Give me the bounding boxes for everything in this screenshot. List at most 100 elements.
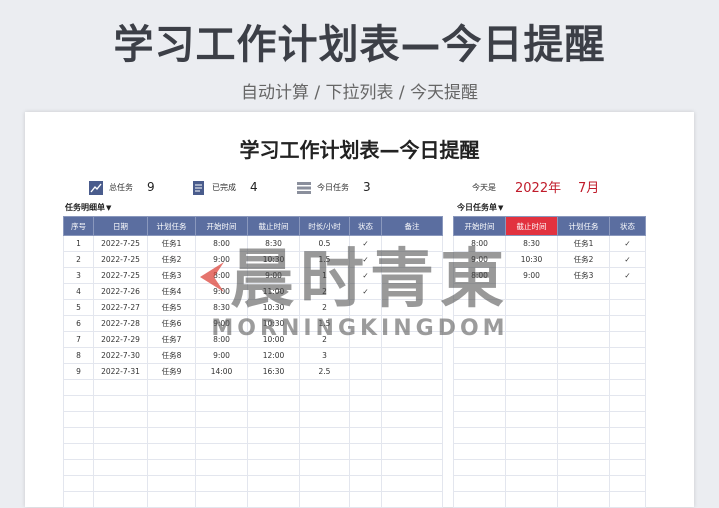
table-cell[interactable]: [453, 411, 506, 428]
table-cell[interactable]: [381, 459, 443, 476]
table-cell[interactable]: [505, 283, 558, 300]
table-cell[interactable]: [299, 475, 350, 492]
table-cell[interactable]: 8:30: [195, 299, 248, 316]
table-cell[interactable]: [505, 363, 558, 380]
table-cell[interactable]: 1.5: [299, 315, 350, 332]
table-cell[interactable]: 8:30: [247, 235, 300, 252]
table-cell[interactable]: [195, 427, 248, 444]
table-cell[interactable]: [505, 427, 558, 444]
table-cell[interactable]: [557, 459, 610, 476]
table-cell[interactable]: [381, 443, 443, 460]
table-cell[interactable]: [195, 475, 248, 492]
table-cell[interactable]: 10:30: [505, 251, 558, 268]
table-cell[interactable]: 8: [63, 347, 94, 364]
table-cell[interactable]: 2022-7-27: [93, 299, 148, 316]
table-cell[interactable]: 10:00: [247, 331, 300, 348]
table-cell[interactable]: [557, 283, 610, 300]
table-cell[interactable]: 4: [63, 283, 94, 300]
table-cell[interactable]: [381, 267, 443, 284]
table-cell[interactable]: [299, 395, 350, 412]
table-cell[interactable]: [381, 235, 443, 252]
table-cell[interactable]: ✓: [609, 251, 646, 268]
table-cell[interactable]: 2.5: [299, 363, 350, 380]
table-cell[interactable]: [63, 427, 94, 444]
table-cell[interactable]: 2: [299, 331, 350, 348]
table-cell[interactable]: [349, 443, 382, 460]
table-cell[interactable]: [557, 363, 610, 380]
table-cell[interactable]: [93, 411, 148, 428]
table-cell[interactable]: [195, 491, 248, 508]
table-cell[interactable]: [195, 459, 248, 476]
table-cell[interactable]: 2022-7-30: [93, 347, 148, 364]
table-cell[interactable]: [195, 411, 248, 428]
table-cell[interactable]: [93, 427, 148, 444]
table-cell[interactable]: [349, 347, 382, 364]
table-cell[interactable]: ✓: [349, 267, 382, 284]
table-cell[interactable]: [247, 379, 300, 396]
table-cell[interactable]: [349, 411, 382, 428]
table-cell[interactable]: [63, 475, 94, 492]
table-cell[interactable]: 10:30: [247, 299, 300, 316]
table-cell[interactable]: [147, 459, 196, 476]
table-cell[interactable]: [557, 411, 610, 428]
table-cell[interactable]: [557, 331, 610, 348]
table-cell[interactable]: [609, 491, 646, 508]
table-cell[interactable]: [453, 315, 506, 332]
table-cell[interactable]: [247, 491, 300, 508]
table-cell[interactable]: 3: [63, 267, 94, 284]
today-list-dropdown[interactable]: 今日任务单▼: [457, 202, 503, 213]
table-cell[interactable]: [557, 443, 610, 460]
table-cell[interactable]: [247, 459, 300, 476]
table-cell[interactable]: 9:00: [195, 315, 248, 332]
table-cell[interactable]: [453, 491, 506, 508]
table-cell[interactable]: ✓: [609, 235, 646, 252]
table-cell[interactable]: 12:00: [247, 347, 300, 364]
table-cell[interactable]: [505, 411, 558, 428]
table-cell[interactable]: [381, 379, 443, 396]
table-cell[interactable]: [299, 427, 350, 444]
table-cell[interactable]: ✓: [349, 251, 382, 268]
table-cell[interactable]: [147, 379, 196, 396]
table-cell[interactable]: [609, 459, 646, 476]
table-cell[interactable]: [93, 395, 148, 412]
table-cell[interactable]: [609, 379, 646, 396]
table-cell[interactable]: 任务3: [557, 267, 610, 284]
table-cell[interactable]: 9:00: [505, 267, 558, 284]
table-cell[interactable]: [557, 395, 610, 412]
table-cell[interactable]: [349, 475, 382, 492]
table-cell[interactable]: 任务7: [147, 331, 196, 348]
table-cell[interactable]: 9:00: [195, 283, 248, 300]
table-cell[interactable]: 8:00: [195, 331, 248, 348]
table-cell[interactable]: [381, 315, 443, 332]
table-cell[interactable]: 8:00: [195, 267, 248, 284]
task-list-dropdown[interactable]: 任务明细单▼: [65, 202, 111, 213]
table-cell[interactable]: 8:30: [505, 235, 558, 252]
table-cell[interactable]: [505, 443, 558, 460]
table-cell[interactable]: 11:00: [247, 283, 300, 300]
table-cell[interactable]: 2022-7-25: [93, 251, 148, 268]
table-cell[interactable]: [609, 347, 646, 364]
table-cell[interactable]: 3: [299, 347, 350, 364]
table-cell[interactable]: [557, 475, 610, 492]
table-cell[interactable]: [505, 491, 558, 508]
table-cell[interactable]: 8:00: [453, 267, 506, 284]
table-cell[interactable]: 2022-7-29: [93, 331, 148, 348]
table-cell[interactable]: [299, 459, 350, 476]
table-cell[interactable]: 2022-7-31: [93, 363, 148, 380]
table-cell[interactable]: [247, 411, 300, 428]
table-cell[interactable]: [381, 475, 443, 492]
table-cell[interactable]: [93, 491, 148, 508]
table-cell[interactable]: [453, 459, 506, 476]
table-cell[interactable]: [381, 395, 443, 412]
table-cell[interactable]: [247, 427, 300, 444]
table-cell[interactable]: [557, 427, 610, 444]
table-cell[interactable]: [557, 347, 610, 364]
table-cell[interactable]: [147, 443, 196, 460]
table-cell[interactable]: [93, 459, 148, 476]
table-cell[interactable]: [93, 443, 148, 460]
table-cell[interactable]: [505, 475, 558, 492]
table-cell[interactable]: [609, 411, 646, 428]
table-cell[interactable]: [349, 363, 382, 380]
table-cell[interactable]: [609, 315, 646, 332]
table-cell[interactable]: 2022-7-28: [93, 315, 148, 332]
